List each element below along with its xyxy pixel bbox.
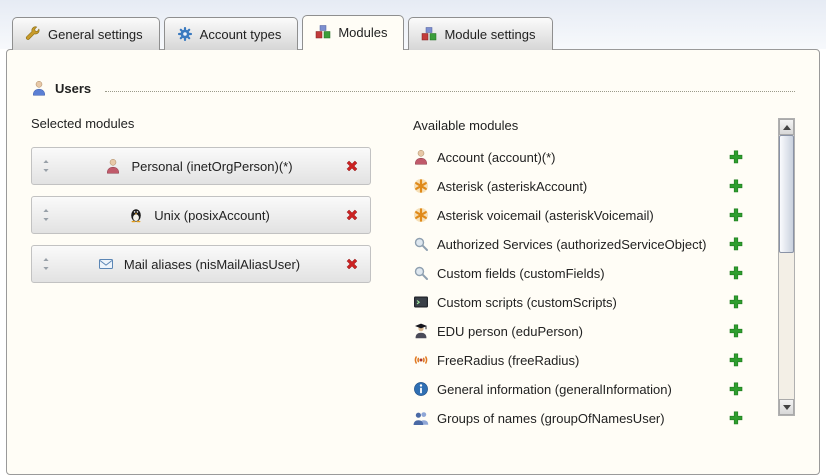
available-module-label: Account (account)(*) [437, 150, 556, 165]
unix-tux-icon [128, 207, 144, 223]
available-module-row: Custom scripts (customScripts) [413, 294, 744, 310]
available-module-label: General information (generalInformation) [437, 382, 672, 397]
tab-label: Modules [338, 25, 387, 40]
down-arrow-icon [783, 405, 791, 410]
console-icon [413, 294, 429, 310]
available-module-label: Authorized Services (authorizedServiceOb… [437, 237, 707, 252]
remove-module-button[interactable] [344, 207, 360, 223]
scrollbar-track[interactable] [779, 135, 794, 399]
gear-icon [177, 26, 193, 42]
tab-general-settings[interactable]: General settings [12, 17, 160, 50]
info-icon [413, 381, 429, 397]
graduate-person-icon [413, 323, 429, 339]
available-module-row: Groups of names (groupOfNamesUser) [413, 410, 744, 426]
selected-module-label: Mail aliases (nisMailAliasUser) [124, 257, 300, 272]
available-module-label: Groups of names (groupOfNamesUser) [437, 411, 665, 426]
available-module-row: Authorized Services (authorizedServiceOb… [413, 236, 744, 252]
add-module-button[interactable] [728, 410, 744, 426]
available-module-label: FreeRadius (freeRadius) [437, 353, 579, 368]
asterisk-icon [413, 207, 429, 223]
available-module-row: Account (account)(*) [413, 149, 744, 165]
available-modules-column: Available modules Account (account)(*) [413, 116, 795, 439]
available-module-row: Asterisk voicemail (asteriskVoicemail) [413, 207, 744, 223]
content-panel: Users Selected modules Personal (inet [6, 49, 820, 475]
available-modules-scrollbar[interactable] [778, 118, 795, 416]
remove-module-button[interactable] [344, 158, 360, 174]
modules-icon [421, 26, 437, 42]
add-module-button[interactable] [728, 294, 744, 310]
available-modules-list: Available modules Account (account)(*) [413, 118, 778, 439]
radio-signal-icon [413, 352, 429, 368]
available-module-label: EDU person (eduPerson) [437, 324, 583, 339]
section-divider [105, 91, 795, 92]
section-head: Users [31, 80, 795, 96]
user-icon [31, 80, 47, 96]
available-module-row: Asterisk (asteriskAccount) [413, 178, 744, 194]
add-module-button[interactable] [728, 207, 744, 223]
tab-label: Module settings [444, 27, 535, 42]
available-module-row: General information (generalInformation) [413, 381, 744, 397]
available-module-label: Custom fields (customFields) [437, 266, 605, 281]
available-module-row: Custom fields (customFields) [413, 265, 744, 281]
tab-label: General settings [48, 27, 143, 42]
remove-module-button[interactable] [344, 256, 360, 272]
columns: Selected modules Personal (inetOrgPerson… [31, 116, 795, 439]
tab-modules[interactable]: Modules [302, 15, 404, 50]
selected-module-label: Unix (posixAccount) [154, 208, 270, 223]
selected-module-label: Personal (inetOrgPerson)(*) [131, 159, 292, 174]
tab-module-settings[interactable]: Module settings [408, 17, 552, 50]
available-module-label: Asterisk voicemail (asteriskVoicemail) [437, 208, 654, 223]
selected-module-row[interactable]: Unix (posixAccount) [31, 196, 371, 234]
selected-module-row[interactable]: Personal (inetOrgPerson)(*) [31, 147, 371, 185]
selected-module-row[interactable]: Mail aliases (nisMailAliasUser) [31, 245, 371, 283]
available-modules-heading: Available modules [413, 118, 744, 133]
personal-module-icon [105, 158, 121, 174]
add-module-button[interactable] [728, 265, 744, 281]
available-module-row: EDU person (eduPerson) [413, 323, 744, 339]
add-module-button[interactable] [728, 323, 744, 339]
add-module-button[interactable] [728, 236, 744, 252]
tab-account-types[interactable]: Account types [164, 17, 299, 50]
asterisk-icon [413, 178, 429, 194]
magnifier-icon [413, 265, 429, 281]
account-module-icon [413, 149, 429, 165]
modules-icon [315, 24, 331, 40]
scroll-down-button[interactable] [779, 399, 794, 415]
scrollbar-thumb[interactable] [779, 135, 794, 253]
add-module-button[interactable] [728, 178, 744, 194]
drag-handle-icon[interactable] [38, 207, 54, 223]
add-module-button[interactable] [728, 352, 744, 368]
up-arrow-icon [783, 125, 791, 130]
available-module-label: Asterisk (asteriskAccount) [437, 179, 587, 194]
available-module-row: FreeRadius (freeRadius) [413, 352, 744, 368]
selected-modules-column: Selected modules Personal (inetOrgPerson… [31, 116, 383, 439]
wrench-icon [25, 26, 41, 42]
mail-envelope-icon [98, 256, 114, 272]
add-module-button[interactable] [728, 149, 744, 165]
drag-handle-icon[interactable] [38, 256, 54, 272]
tab-label: Account types [200, 27, 282, 42]
group-icon [413, 410, 429, 426]
add-module-button[interactable] [728, 381, 744, 397]
magnifier-icon [413, 236, 429, 252]
selected-modules-heading: Selected modules [31, 116, 383, 131]
header-band: General settings Account types [0, 0, 826, 49]
section-title: Users [55, 81, 91, 96]
scroll-up-button[interactable] [779, 119, 794, 135]
drag-handle-icon[interactable] [38, 158, 54, 174]
tab-bar: General settings Account types [12, 15, 826, 49]
available-module-label: Custom scripts (customScripts) [437, 295, 617, 310]
